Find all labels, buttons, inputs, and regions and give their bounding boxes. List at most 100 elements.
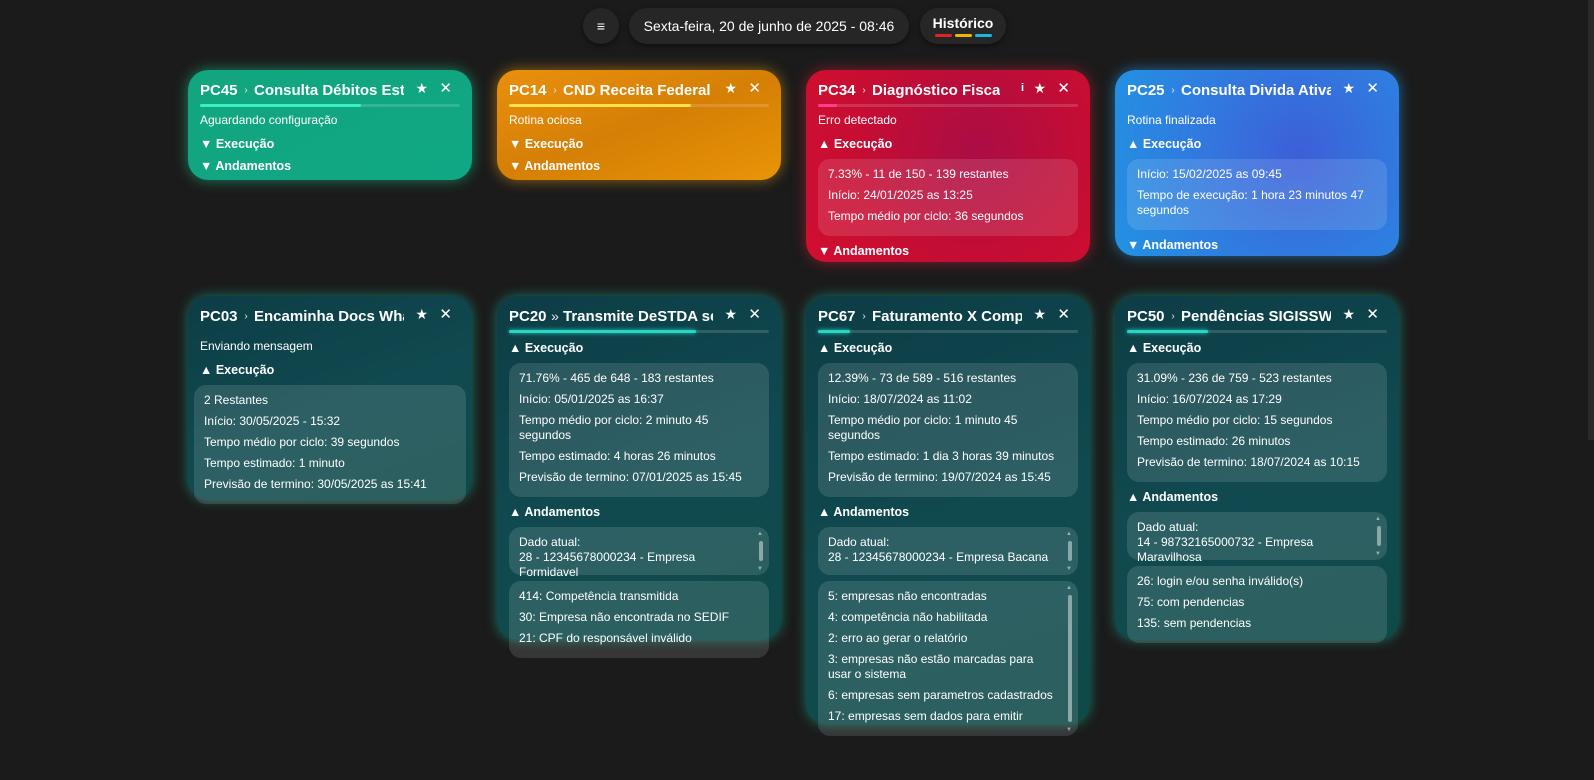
card-pc45[interactable]: PC45 › Consulta Débitos Estaduais ★ ✕ Ag… — [188, 70, 472, 180]
chevron-right-icon[interactable]: › — [238, 85, 254, 96]
star-icon[interactable]: ★ — [724, 306, 737, 323]
star-icon[interactable]: ★ — [1033, 306, 1046, 323]
dado-atual-panel[interactable]: Dado atual: 14 - 98732165000732 - Empres… — [1127, 512, 1387, 564]
star-icon[interactable]: ★ — [1342, 306, 1355, 323]
star-icon[interactable]: ★ — [415, 306, 428, 323]
andamento-line: 75: com pendencias — [1137, 595, 1245, 609]
scroll-up-icon[interactable]: ▲ — [1375, 516, 1381, 522]
history-label: Histórico — [932, 15, 994, 31]
card-pc50[interactable]: PC50 › Pendências SIGISSWEB ★ ✕ ▲ Execuç… — [1115, 296, 1399, 643]
scroll-up-icon[interactable]: ▲ — [1066, 531, 1072, 537]
history-button[interactable]: Histórico — [920, 8, 1006, 44]
dado-atual-panel[interactable]: Dado atual: 28 - 12345678000234 - Empres… — [509, 527, 769, 579]
chevron-right-icon[interactable]: › — [547, 85, 563, 96]
execucao-toggle[interactable]: ▼ Execução — [200, 137, 460, 153]
exec-line: Início: 16/07/2024 as 17:29 — [1137, 392, 1282, 406]
card-header: PC25 › Consulta Divida Ativa ★ ✕ — [1127, 78, 1387, 102]
execucao-toggle[interactable]: ▲ Execução — [1127, 137, 1387, 153]
close-icon[interactable]: ✕ — [1057, 79, 1070, 97]
star-icon[interactable]: ★ — [1033, 80, 1046, 97]
close-icon[interactable]: ✕ — [748, 305, 761, 323]
execucao-toggle[interactable]: ▲ Execução — [818, 137, 1078, 153]
scroll-down-icon[interactable]: ▼ — [757, 566, 763, 572]
star-icon[interactable]: ★ — [724, 80, 737, 97]
andamentos-toggle[interactable]: ▼ Andamentos — [1127, 238, 1387, 254]
dado-value: 28 - 12345678000234 - Empresa Formidavel — [519, 550, 696, 579]
card-id: PC14 — [509, 81, 547, 99]
exec-line: Tempo médio por ciclo: 15 segundos — [1137, 413, 1333, 427]
card-pc03[interactable]: PC03 › Encaminha Docs WhatsApp ★ ✕ Envia… — [188, 296, 472, 504]
scroll-thumb[interactable] — [759, 541, 763, 561]
chevron-right-icon[interactable]: › — [856, 311, 872, 322]
execucao-panel: 12.39% - 73 de 589 - 516 restantes Iníci… — [818, 363, 1078, 497]
card-pc34[interactable]: PC34 › Diagnóstico Fiscal i ★ ✕ Erro det… — [806, 70, 1090, 262]
page-scrollbar[interactable] — [1588, 0, 1594, 440]
scrollbar[interactable]: ▲ ▼ — [757, 531, 763, 572]
andamentos-toggle[interactable]: ▲ Andamentos — [1127, 490, 1387, 506]
close-icon[interactable]: ✕ — [1366, 305, 1379, 323]
execucao-toggle[interactable]: ▲ Execução — [509, 341, 769, 357]
andamentos-toggle[interactable]: ▲ Andamentos — [509, 505, 769, 521]
card-id: PC67 — [818, 307, 856, 325]
star-icon[interactable]: ★ — [415, 80, 428, 97]
card-pc25[interactable]: PC25 › Consulta Divida Ativa ★ ✕ Rotina … — [1115, 70, 1399, 256]
scroll-thumb[interactable] — [1068, 595, 1072, 722]
date-text: Sexta-feira, 20 de junho de 2025 - 08:46 — [643, 18, 895, 34]
card-header: PC20 » Transmite DeSTDA sefaz ★ ✕ — [509, 304, 769, 328]
execucao-toggle[interactable]: ▼ Execução — [509, 137, 769, 153]
exec-line: Início: 24/01/2025 as 13:25 — [828, 188, 973, 202]
chevron-right-icon[interactable]: › — [238, 311, 254, 322]
close-icon[interactable]: ✕ — [439, 79, 452, 97]
chevron-right-icon[interactable]: › — [1165, 311, 1181, 322]
dado-value: 28 - 12345678000234 - Empresa Bacana — [828, 550, 1049, 564]
scrollbar[interactable]: ▲ ▼ — [1375, 516, 1381, 557]
execucao-toggle[interactable]: ▲ Execução — [1127, 341, 1387, 357]
andamento-line: 414: Competência transmitida — [519, 589, 679, 603]
chevron-right-icon[interactable]: › — [856, 85, 872, 96]
info-icon[interactable]: i — [1021, 82, 1024, 94]
close-icon[interactable]: ✕ — [439, 305, 452, 323]
execucao-toggle[interactable]: ▲ Execução — [818, 341, 1078, 357]
scroll-thumb[interactable] — [1377, 526, 1381, 546]
dado-value: 14 - 98732165000732 - Empresa Maravilhos… — [1137, 535, 1314, 564]
andamentos-panel[interactable]: 5: empresas não encontradas 4: competênc… — [818, 581, 1078, 736]
close-icon[interactable]: ✕ — [748, 79, 761, 97]
card-pc20[interactable]: PC20 » Transmite DeSTDA sefaz ★ ✕ ▲ Exec… — [497, 296, 781, 658]
card-header: PC14 › CND Receita Federal CNPJ ★ ✕ — [509, 78, 769, 102]
andamentos-toggle[interactable]: ▼ Andamentos — [818, 244, 1078, 260]
star-icon[interactable]: ★ — [1342, 80, 1355, 97]
scroll-down-icon[interactable]: ▼ — [1375, 551, 1381, 557]
card-pc67[interactable]: PC67 › Faturamento X Compras ★ ✕ ▲ Execu… — [806, 296, 1090, 736]
dado-atual-panel[interactable]: Dado atual: 28 - 12345678000234 - Empres… — [818, 527, 1078, 575]
scroll-thumb[interactable] — [1068, 541, 1072, 561]
card-title: Faturamento X Compras — [872, 307, 1022, 325]
status-text: Rotina ociosa — [509, 113, 582, 127]
scrollbar[interactable]: ▲ ▼ — [1066, 531, 1072, 572]
current-date: Sexta-feira, 20 de junho de 2025 - 08:46 — [629, 8, 909, 44]
double-chevron-right-icon[interactable]: » — [547, 308, 563, 324]
progress-bar — [509, 104, 769, 107]
exec-line: Previsão de termino: 30/05/2025 as 15:41 — [204, 477, 427, 491]
card-id: PC20 — [509, 307, 547, 325]
andamentos-toggle[interactable]: ▼ Andamentos — [509, 159, 769, 175]
scroll-up-icon[interactable]: ▲ — [1066, 585, 1072, 591]
menu-button[interactable]: ≡ — [583, 8, 619, 44]
scroll-down-icon[interactable]: ▼ — [1066, 727, 1072, 733]
scroll-up-icon[interactable]: ▲ — [757, 531, 763, 537]
card-pc14[interactable]: PC14 › CND Receita Federal CNPJ ★ ✕ Roti… — [497, 70, 781, 180]
andamentos-toggle[interactable]: ▼ Andamentos — [200, 159, 460, 175]
card-title: Diagnóstico Fiscal — [872, 81, 1000, 99]
close-icon[interactable]: ✕ — [1366, 79, 1379, 97]
exec-line: Tempo médio por ciclo: 1 minuto 45 segun… — [828, 413, 1018, 442]
status-text: Aguardando configuração — [200, 113, 338, 127]
card-header: PC45 › Consulta Débitos Estaduais ★ ✕ — [200, 78, 460, 102]
andamentos-toggle[interactable]: ▲ Andamentos — [818, 505, 1078, 521]
close-icon[interactable]: ✕ — [1057, 305, 1070, 323]
scroll-down-icon[interactable]: ▼ — [1066, 566, 1072, 572]
execucao-toggle[interactable]: ▲ Execução — [200, 363, 460, 379]
chevron-right-icon[interactable]: › — [1165, 85, 1181, 96]
hamburger-icon: ≡ — [596, 18, 606, 34]
exec-line: 2 Restantes — [204, 393, 269, 407]
exec-line: Previsão de termino: 07/01/2025 as 15:45 — [519, 470, 742, 484]
scrollbar[interactable]: ▲ ▼ — [1066, 585, 1072, 733]
